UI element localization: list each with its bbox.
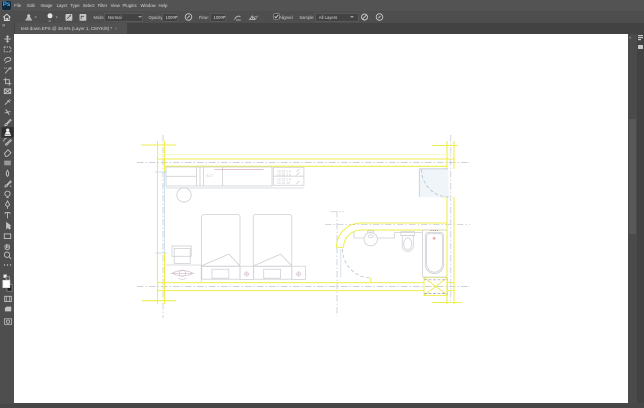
svg-text:10 10 14: 10 10 14 bbox=[277, 181, 290, 185]
svg-text:B.17: B.17 bbox=[207, 174, 214, 178]
svg-text:10 10 1 4: 10 10 1 4 bbox=[277, 173, 291, 177]
